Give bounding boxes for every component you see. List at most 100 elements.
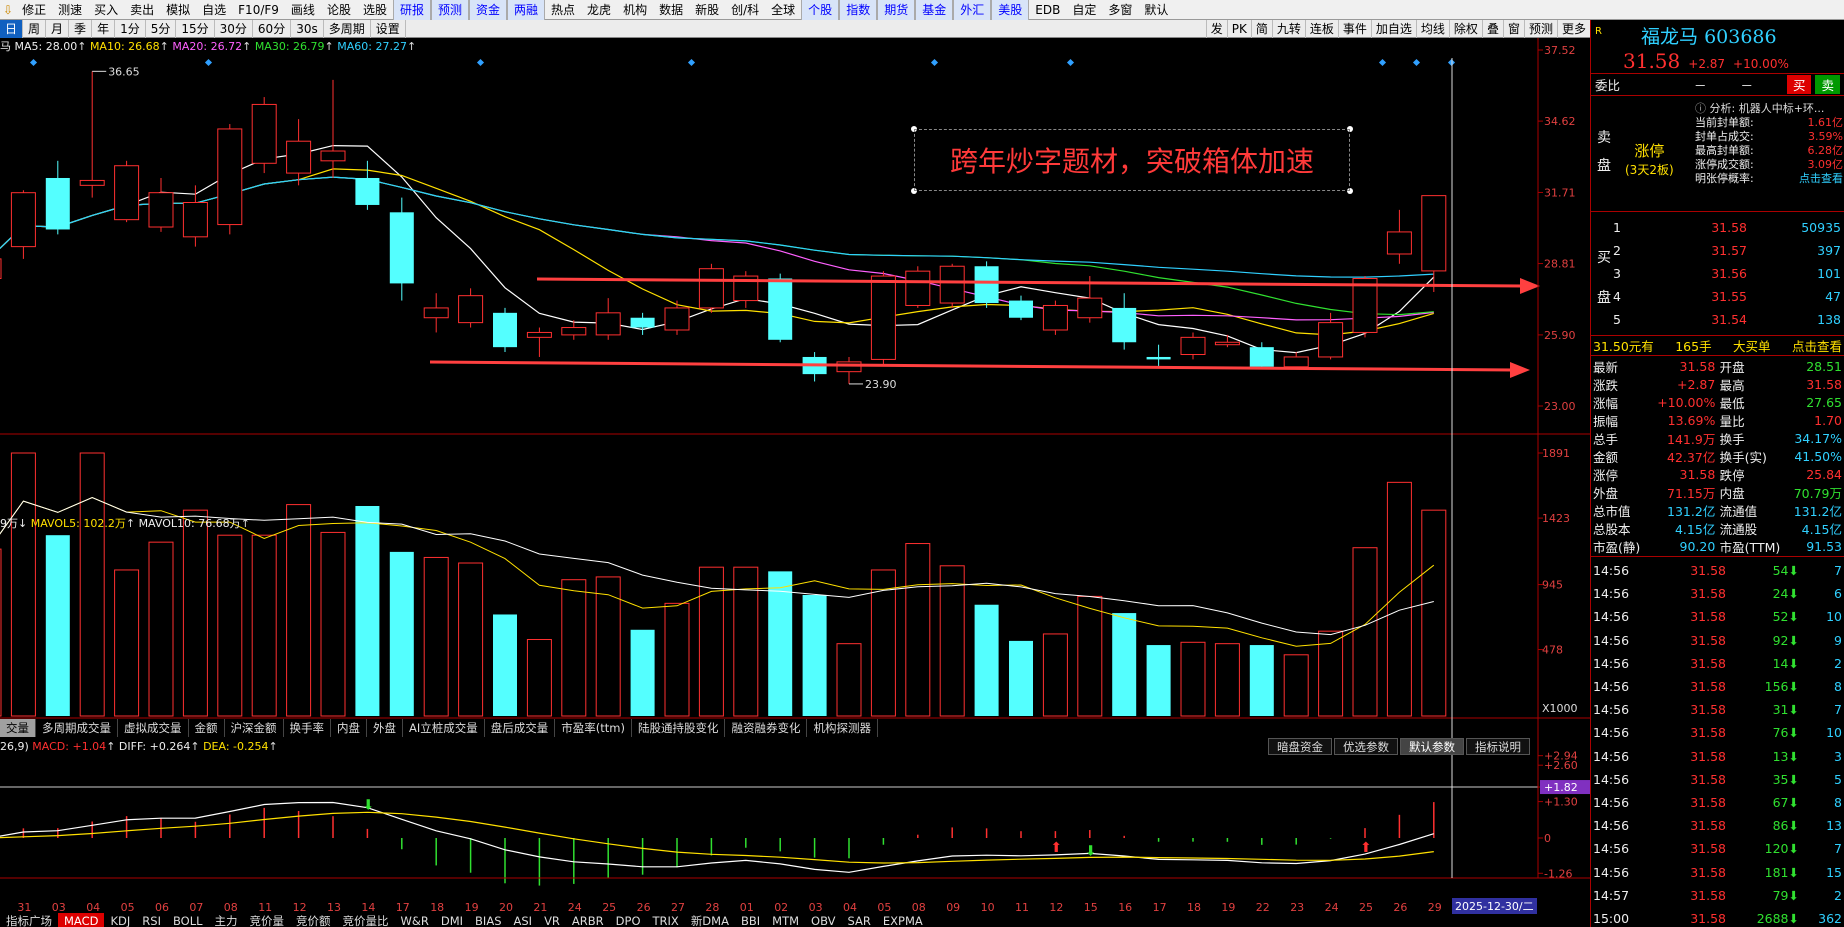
period-tab[interactable]: 30s [291,19,324,38]
bid-row[interactable]: 2 31.57 397 [1613,239,1841,262]
period-tab[interactable]: 设置 [371,19,406,38]
period-tab[interactable]: 日 [0,19,24,38]
chart-tool-button[interactable]: 加自选 [1370,19,1416,38]
volume-tab[interactable]: 市盈率(ttm) [555,719,632,737]
toolbar-item[interactable]: 默认 [1138,0,1174,20]
toolbar-item[interactable]: 外汇 [953,0,992,20]
toolbar-item[interactable]: 美股 [991,0,1030,20]
toolbar-item[interactable]: 论股 [321,0,357,20]
chart-tool-button[interactable]: 预测 [1523,19,1557,38]
annotation-box[interactable]: 跨年炒字题材，突破箱体加速 [914,129,1350,191]
indicator-tab[interactable]: 竞价额 [290,913,337,927]
toolbar-item[interactable]: 自定 [1066,0,1102,20]
indicator-tab[interactable]: SAR [841,913,876,927]
toolbar-item[interactable]: 预测 [430,0,469,20]
toolbar-item[interactable]: 多窗 [1102,0,1138,20]
period-tab[interactable]: 多周期 [324,19,371,38]
indicator-tab[interactable]: OBV [805,913,841,927]
period-tab[interactable]: 年 [92,19,116,38]
volume-tab[interactable]: 沪深金额 [225,719,284,737]
toolbar-item[interactable]: 指数 [839,0,878,20]
toolbar-item[interactable]: 数据 [653,0,689,20]
toolbar-item[interactable]: 选股 [357,0,393,20]
volume-tab[interactable]: 盘后成交量 [485,719,556,737]
toolbar-item[interactable]: 新股 [689,0,725,20]
chart-tool-button[interactable]: 事件 [1337,19,1371,38]
indicator-tab[interactable]: DMI [435,913,469,927]
chart-tool-button[interactable]: 发 [1205,19,1227,38]
volume-tab[interactable]: 多周期成交量 [36,719,118,737]
macd-option-button[interactable]: 暗盘资金 [1268,738,1332,755]
toolbar-item[interactable]: 创/科 [725,0,765,20]
toolbar-item[interactable]: 买入 [88,0,124,20]
toolbar-item[interactable]: 画线 [285,0,321,20]
macd-option-button[interactable]: 优选参数 [1334,738,1398,755]
volume-tab[interactable]: 融资融券变化 [725,719,808,737]
indicator-tab[interactable]: 新DMA [685,913,735,927]
volume-tab[interactable]: 外盘 [367,719,403,737]
indicator-tab[interactable]: DPO [610,913,647,927]
indicator-tab[interactable]: EXPMA [877,913,929,927]
volume-tab[interactable]: 金额 [189,719,225,737]
toolbar-item[interactable]: F10/F9 [232,0,285,20]
toolbar-item[interactable]: 自选 [196,0,232,20]
chart-tool-button[interactable]: 除权 [1448,19,1482,38]
toolbar-item[interactable]: 龙虎 [581,0,617,20]
indicator-tab[interactable]: ASI [508,913,539,927]
indicator-tab[interactable]: 主力 [209,913,244,927]
indicator-tab[interactable]: W&R [395,913,435,927]
period-tab[interactable]: 季 [69,19,93,38]
analysis-title[interactable]: ⓘ 分析: 机器人中标+环... [1695,100,1843,116]
volume-tab[interactable]: 交量 [0,719,36,737]
toolbar-item[interactable]: 两融 [507,0,546,20]
indicator-tab[interactable]: KDJ [104,913,136,927]
toolbar-item[interactable]: 模拟 [160,0,196,20]
quick-buy-button[interactable]: 买 [1786,75,1812,94]
volume-tab[interactable]: 内盘 [331,719,367,737]
stock-name-code[interactable]: 福龙马 603686 [1641,22,1777,49]
period-tab[interactable]: 月 [46,19,70,38]
toolbar-item[interactable]: 资金 [469,0,508,20]
volume-tab[interactable]: 虚拟成交量 [118,719,189,737]
indicator-tab[interactable]: BIAS [469,913,507,927]
chart-tool-button[interactable]: 简 [1250,19,1272,38]
volume-tab[interactable]: 机构探测器 [807,719,878,737]
volume-tab[interactable]: 换手率 [284,719,331,737]
period-tab[interactable]: 5分 [146,19,177,38]
toolbar-item[interactable]: 热点 [545,0,581,20]
analysis-row[interactable]: 明张停概率: 点击查看 [1695,172,1843,186]
period-tab[interactable]: 60分 [253,19,292,38]
volume-tab[interactable]: 陆股通持股变化 [632,719,726,737]
indicator-tab[interactable]: 竞价量比 [337,913,395,927]
period-tab[interactable]: 周 [23,19,47,38]
toolbar-item[interactable]: 期货 [877,0,916,20]
bid-row[interactable]: 4 31.55 47 [1613,285,1841,308]
toolbar-item[interactable]: EDB [1029,0,1066,20]
period-tab[interactable]: 1分 [115,19,146,38]
toolbar-item[interactable]: 卖出 [124,0,160,20]
toolbar-item[interactable]: 修正 [16,0,52,20]
period-tab[interactable]: 30分 [215,19,253,38]
deal-link[interactable]: 点击查看 [1792,336,1842,355]
bid-row[interactable]: 3 31.56 101 [1613,262,1841,285]
toolbar-item[interactable]: 基金 [915,0,954,20]
toolbar-item[interactable]: 个股 [801,0,840,20]
chart-tool-button[interactable]: PK [1226,19,1251,38]
chart-tool-button[interactable]: 均线 [1415,19,1449,38]
chart-tool-button[interactable]: 叠 [1481,19,1503,38]
indicator-tab[interactable]: ARBR [566,913,610,927]
toolbar-item[interactable]: 全球 [765,0,801,20]
toolbar-item[interactable]: 机构 [617,0,653,20]
quick-sell-button[interactable]: 卖 [1815,75,1840,94]
volume-tab[interactable]: AI立桩成交量 [403,719,485,737]
bid-row[interactable]: 5 31.54 138 [1613,308,1841,331]
indicator-tab[interactable]: VR [538,913,566,927]
indicator-tab[interactable]: 竞价量 [244,913,291,927]
indicator-tab[interactable]: BOLL [167,913,209,927]
toolbar-item[interactable]: 研报 [392,0,431,20]
chart-tool-button[interactable]: 九转 [1271,19,1305,38]
indicator-tab[interactable]: 指标广场 [0,913,58,927]
bid-row[interactable]: 1 31.58 50935 [1613,216,1841,239]
indicator-tab[interactable]: MACD [58,913,105,927]
chart-tool-button[interactable]: 窗 [1502,19,1524,38]
